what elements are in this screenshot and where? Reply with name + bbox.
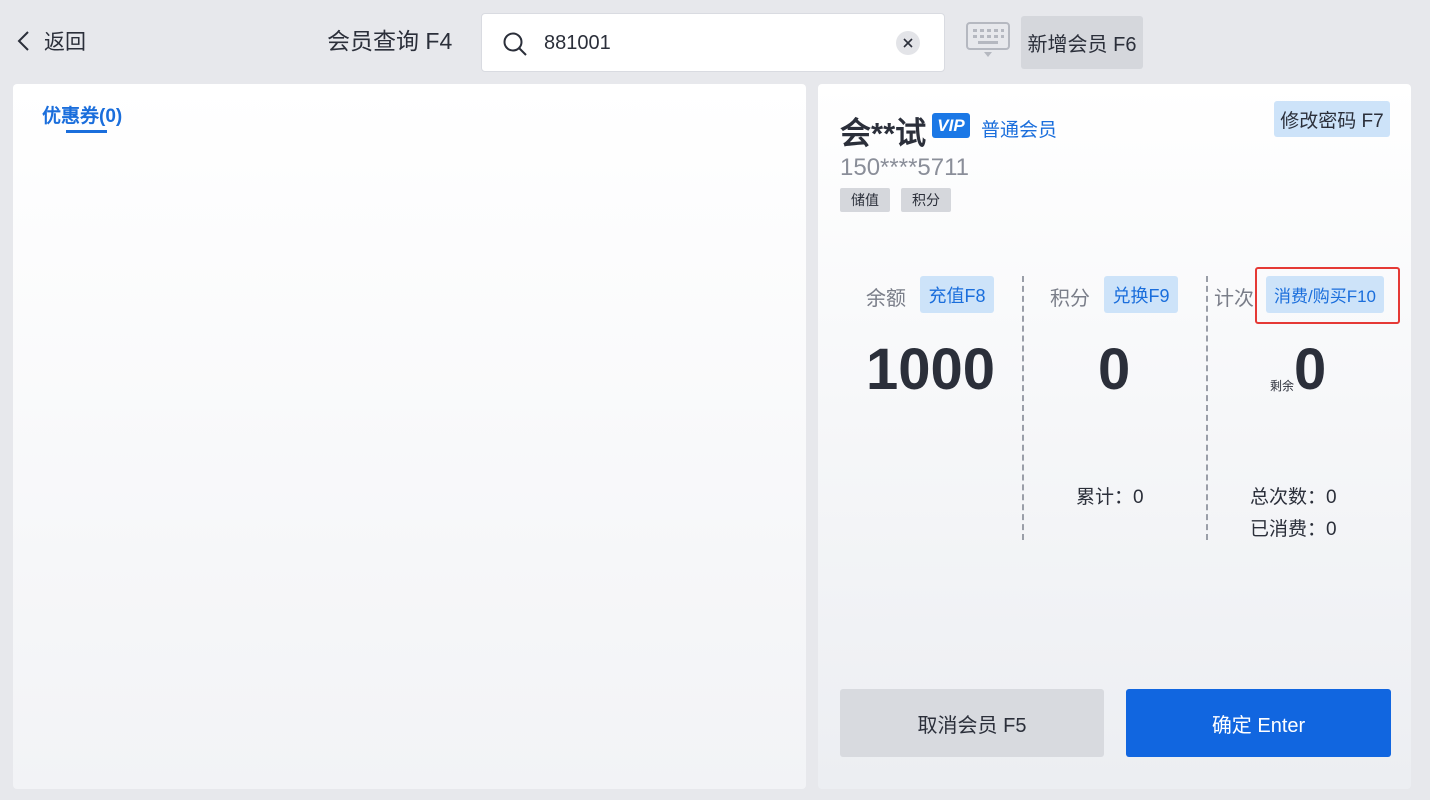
coupon-tab-label: 优惠券(0) <box>42 106 123 127</box>
balance-label: 余额 <box>866 288 906 310</box>
consume-purchase-button[interactable]: 消费/购买F10 <box>1266 276 1384 313</box>
top-bar: 返回 会员查询 F4 新增会员 F6 <box>0 0 1430 84</box>
points-value: 0 <box>1098 337 1131 402</box>
search-icon <box>503 32 527 56</box>
confirm-button[interactable]: 确定 Enter <box>1126 689 1391 757</box>
member-query-label: 会员查询 F4 <box>327 28 453 54</box>
member-phone: 150****5711 <box>840 154 970 181</box>
remaining-label: 剩余 <box>1270 379 1295 393</box>
divider <box>1206 276 1208 540</box>
back-button[interactable]: 返回 <box>16 26 86 56</box>
recharge-button[interactable]: 充值F8 <box>920 276 994 313</box>
tab-coupons[interactable]: 优惠券(0) <box>42 101 123 133</box>
keyboard-icon[interactable] <box>966 22 1010 58</box>
count-consumed: 已消费：0 <box>1250 519 1337 540</box>
member-search-input[interactable] <box>544 27 874 59</box>
count-total: 总次数：0 <box>1250 487 1337 508</box>
count-label: 计次 <box>1214 288 1254 310</box>
balance-value: 1000 <box>866 337 996 402</box>
member-level: 普通会员 <box>981 120 1058 141</box>
tag-stored-value: 储值 <box>840 188 890 212</box>
chevron-left-icon <box>17 31 29 51</box>
search-box <box>481 13 945 72</box>
coupon-panel: 优惠券(0) <box>13 84 806 789</box>
count-remaining-value: 0 <box>1294 337 1327 402</box>
points-cumulative: 累计：0 <box>1076 487 1144 508</box>
active-tab-indicator <box>66 130 107 133</box>
add-member-button[interactable]: 新增会员 F6 <box>1021 16 1143 69</box>
redeem-button[interactable]: 兑换F9 <box>1104 276 1178 313</box>
clear-search-button[interactable] <box>896 31 920 55</box>
back-label: 返回 <box>44 31 86 54</box>
tag-points: 积分 <box>901 188 951 212</box>
cancel-member-button[interactable]: 取消会员 F5 <box>840 689 1104 757</box>
vip-badge: VIP <box>932 113 970 138</box>
close-icon <box>903 38 913 48</box>
points-label: 积分 <box>1050 288 1090 310</box>
member-info-panel: 会**试 VIP 普通会员 修改密码 F7 150****5711 储值 积分 … <box>818 84 1411 789</box>
change-password-button[interactable]: 修改密码 F7 <box>1274 101 1390 137</box>
divider <box>1022 276 1024 540</box>
member-name: 会**试 <box>840 116 927 151</box>
